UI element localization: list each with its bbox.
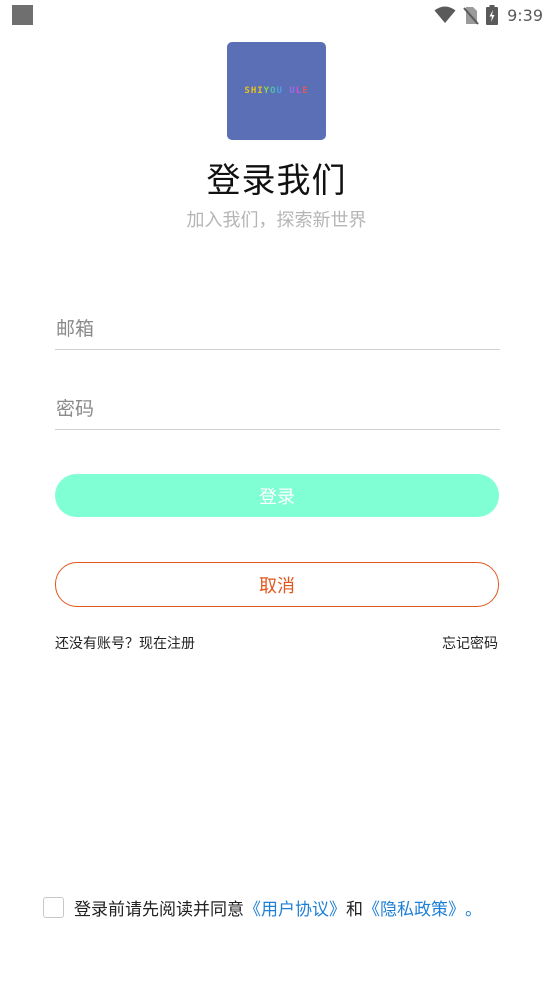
login-button[interactable]: 登录 [55, 474, 499, 517]
register-link[interactable]: 还没有账号？现在注册 [55, 633, 195, 653]
privacy-policy-link[interactable]: 《隐私政策》 [363, 895, 465, 920]
agreement-prefix: 登录前请先阅读并同意 [74, 899, 244, 920]
status-icons: 9:39 [434, 4, 543, 26]
agreement-row: 登录前请先阅读并同意 《用户协议》 和 《隐私政策》 。 [43, 894, 482, 920]
agreement-checkbox[interactable] [43, 896, 64, 918]
password-input[interactable] [55, 390, 500, 428]
battery-charging-icon [486, 5, 499, 25]
app-logo: SHIYOUTULE [227, 42, 326, 140]
user-agreement-link[interactable]: 《用户协议》 [244, 895, 346, 920]
page-title: 登录我们 [206, 161, 347, 201]
logo-letter: E [302, 86, 309, 96]
logo-wordmark: SHIYOUTULE [244, 86, 308, 96]
agreement-and: 和 [346, 899, 363, 920]
email-input[interactable] [55, 310, 500, 348]
cancel-button[interactable]: 取消 [55, 562, 499, 607]
status-bar: 9:39 [0, 0, 553, 30]
no-sim-icon [463, 6, 479, 25]
notification-square-icon [12, 5, 33, 25]
password-field-container [55, 390, 500, 430]
email-field-container [55, 310, 500, 350]
forgot-password-link[interactable]: 忘记密码 [442, 633, 498, 653]
page-subtitle: 加入我们，探索新世界 [186, 210, 367, 231]
wifi-icon [434, 6, 456, 23]
status-time: 9:39 [507, 5, 543, 25]
agreement-suffix: 。 [465, 899, 482, 920]
